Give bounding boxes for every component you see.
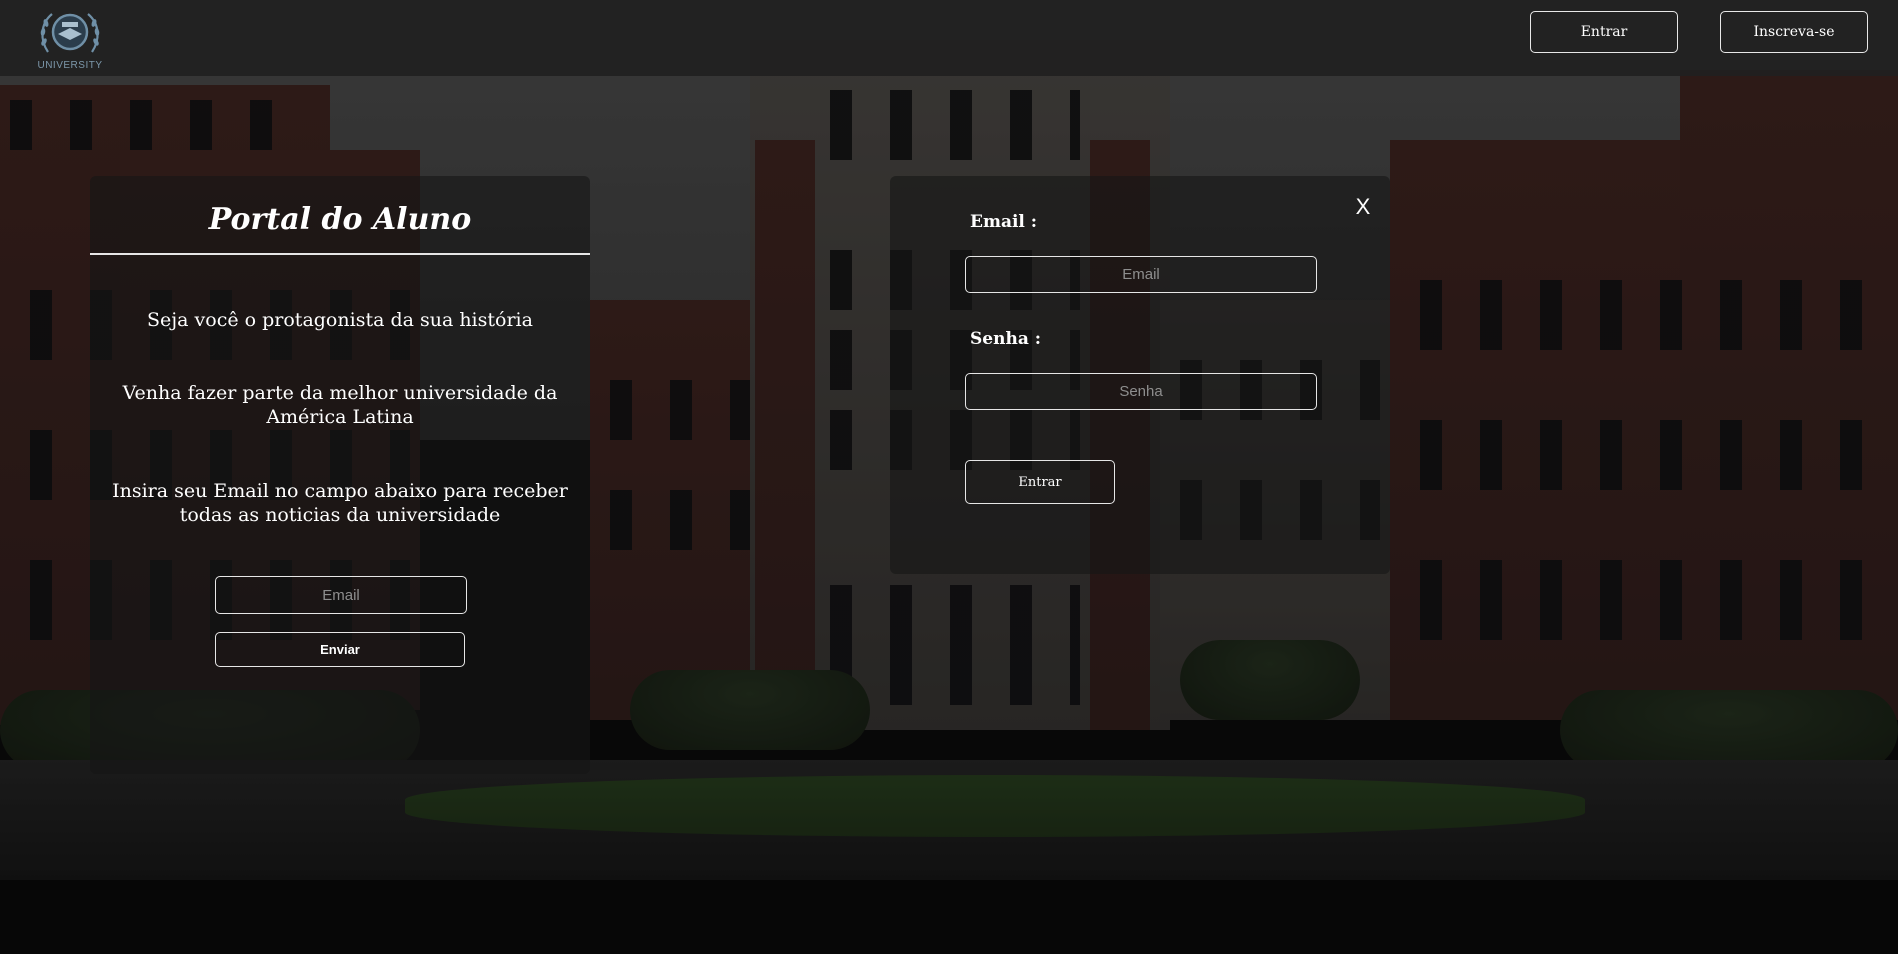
newsletter-submit-button[interactable]: Enviar: [215, 632, 465, 667]
university-logo[interactable]: UNIVERSITY: [34, 2, 106, 74]
newsletter-email-input[interactable]: [215, 576, 467, 614]
password-label: Senha :: [970, 329, 1042, 349]
login-submit-button[interactable]: Entrar: [965, 460, 1115, 504]
header-login-button[interactable]: Entrar: [1530, 11, 1678, 53]
login-form-panel: X Email : Senha : Entrar: [890, 176, 1390, 574]
portal-title: Portal do Aluno: [208, 202, 472, 237]
header-signup-button[interactable]: Inscreva-se: [1720, 11, 1868, 53]
email-label: Email :: [970, 212, 1038, 232]
student-portal-panel: Portal do Aluno Seja você o protagonista…: [90, 176, 590, 774]
title-divider: [90, 253, 590, 255]
logo-text: UNIVERSITY: [37, 60, 103, 71]
invite-text: Venha fazer parte da melhor universidade…: [122, 382, 558, 428]
top-navbar: UNIVERSITY Entrar Inscreva-se: [0, 0, 1898, 76]
login-password-input[interactable]: [965, 373, 1317, 410]
tagline-text: Seja você o protagonista da sua história: [147, 309, 533, 331]
newsletter-instructions: Insira seu Email no campo abaixo para re…: [112, 480, 568, 526]
login-email-input[interactable]: [965, 256, 1317, 293]
close-icon[interactable]: X: [1348, 192, 1378, 222]
